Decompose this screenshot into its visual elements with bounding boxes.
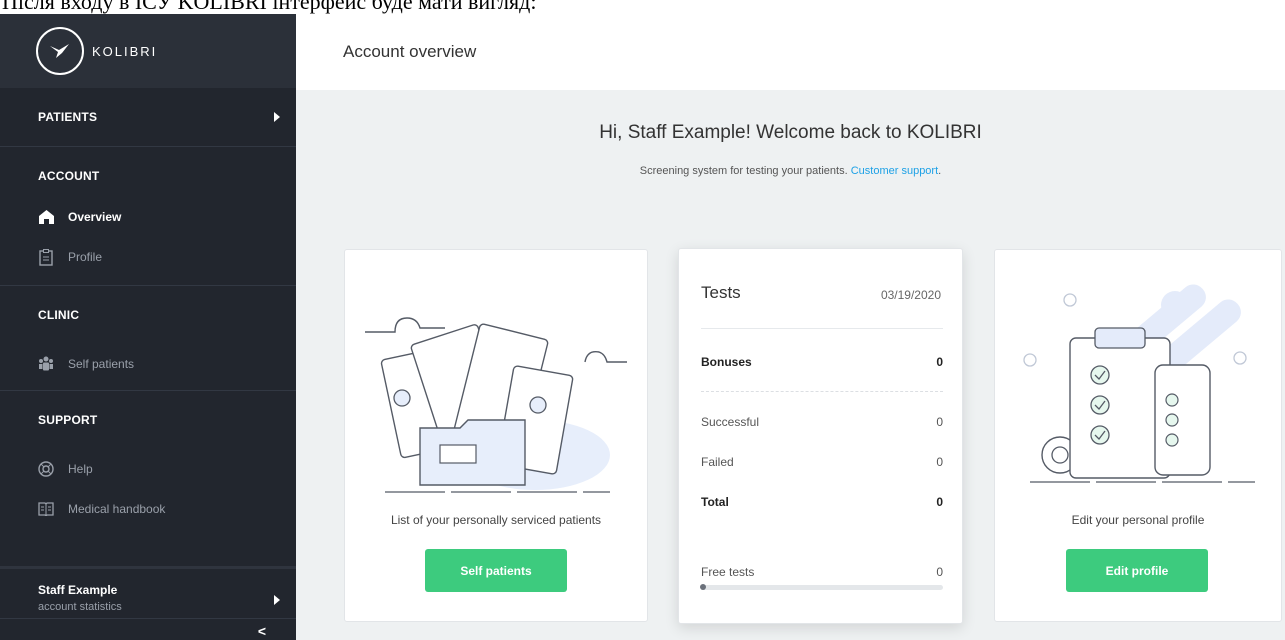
welcome-subtitle: Screening system for testing your patien… — [296, 165, 1285, 177]
self-patients-button[interactable]: Self patients — [425, 549, 567, 592]
caret-right-icon — [274, 112, 280, 122]
caption-text: Після входу в ІСУ KOLIBRI інтерфейс буде… — [2, 0, 537, 14]
total-value: 0 — [936, 495, 943, 509]
failed-label: Failed — [701, 455, 734, 469]
subtitle-period: . — [938, 165, 942, 177]
free-tests-row: Free tests 0 — [701, 565, 943, 579]
home-icon — [38, 209, 54, 225]
customer-support-link[interactable]: Customer support — [851, 165, 938, 177]
tests-dashed-divider — [701, 391, 943, 392]
sidebar-item-help[interactable]: Help — [0, 449, 296, 489]
patients-card-description: List of your personally serviced patient… — [390, 513, 602, 527]
bonuses-value: 0 — [936, 355, 943, 369]
successful-label: Successful — [701, 415, 760, 429]
users-icon — [38, 356, 54, 372]
caret-right-icon — [274, 595, 280, 605]
nav-section-patients: PATIENTS — [0, 88, 296, 147]
free-tests-progress — [700, 584, 943, 590]
sidebar-item-label: Profile — [68, 250, 103, 264]
total-label: Total — [701, 495, 729, 509]
patients-folder-illustration — [365, 317, 627, 493]
tests-divider — [701, 328, 943, 329]
subtitle-text: Screening system for testing your patien… — [639, 165, 848, 177]
hummingbird-logo-icon — [36, 27, 84, 75]
nav-account-label: ACCOUNT — [38, 169, 100, 183]
edit-profile-button[interactable]: Edit profile — [1066, 549, 1208, 592]
page-title: Account overview — [343, 42, 477, 61]
sidebar-item-label: Help — [68, 462, 93, 476]
lifebuoy-icon — [38, 461, 54, 477]
brand[interactable]: KOLIBRI — [0, 14, 296, 88]
sidebar-item-profile[interactable]: Profile — [0, 237, 296, 277]
nav-section-account: ACCOUNT Overview Profile — [0, 147, 296, 286]
nav-support-label: SUPPORT — [38, 413, 98, 427]
sidebar-item-medical-handbook[interactable]: Medical handbook — [0, 489, 296, 529]
failed-value: 0 — [936, 455, 943, 469]
nav-patients[interactable]: PATIENTS — [0, 88, 296, 146]
nav-support-heading: SUPPORT — [0, 391, 296, 449]
user-name: Staff Example — [38, 583, 118, 597]
sidebar-item-label: Medical handbook — [68, 502, 166, 516]
welcome-title: Hi, Staff Example! Welcome back to KOLIB… — [599, 122, 982, 143]
brand-name: KOLIBRI — [92, 43, 158, 59]
sidebar-item-label: Self patients — [68, 357, 135, 371]
tests-card: Tests 03/19/2020 Bonuses 0 Successful 0 … — [678, 248, 963, 624]
failed-row: Failed 0 — [701, 455, 943, 469]
patients-card: List of your personally serviced patient… — [344, 249, 648, 622]
page-header: Account overview — [296, 14, 1285, 90]
free-tests-label: Free tests — [701, 565, 755, 579]
sidebar: KOLIBRI PATIENTS ACCOUNT Overview Profil… — [0, 14, 296, 640]
profile-card: Edit your personal profile Edit profile — [994, 249, 1282, 622]
nav-patients-label: PATIENTS — [38, 110, 98, 124]
successful-value: 0 — [936, 415, 943, 429]
sidebar-item-label: Overview — [68, 210, 122, 224]
document-caption: Після входу в ІСУ KOLIBRI інтерфейс буде… — [0, 0, 1285, 14]
user-menu[interactable]: Staff Example account statistics — [0, 566, 296, 618]
successful-row: Successful 0 — [701, 415, 943, 429]
sidebar-item-self-patients[interactable]: Self patients — [0, 344, 296, 384]
profile-clipboard-illustration — [1023, 284, 1255, 483]
total-row: Total 0 — [701, 495, 943, 509]
tests-title: Tests — [701, 283, 741, 302]
main-content: Hi, Staff Example! Welcome back to KOLIB… — [296, 90, 1285, 640]
progress-marker — [700, 584, 706, 590]
sidebar-collapse: < — [0, 618, 296, 640]
nav-section-support: SUPPORT Help Medical handbook — [0, 391, 296, 529]
user-subtitle: account statistics — [38, 601, 122, 613]
nav-clinic-label: CLINIC — [38, 308, 80, 322]
chevron-left-icon[interactable]: < — [258, 623, 266, 639]
book-icon — [38, 501, 54, 517]
nav-section-clinic: CLINIC Self patients — [0, 286, 296, 391]
sidebar-item-overview[interactable]: Overview — [0, 197, 296, 237]
tests-date: 03/19/2020 — [880, 288, 941, 302]
profile-card-description: Edit your personal profile — [1071, 513, 1205, 527]
nav-clinic-heading: CLINIC — [0, 286, 296, 344]
free-tests-value: 0 — [936, 565, 943, 579]
bonuses-label: Bonuses — [701, 355, 752, 369]
clipboard-icon — [38, 248, 54, 266]
bonuses-row: Bonuses 0 — [701, 355, 943, 369]
